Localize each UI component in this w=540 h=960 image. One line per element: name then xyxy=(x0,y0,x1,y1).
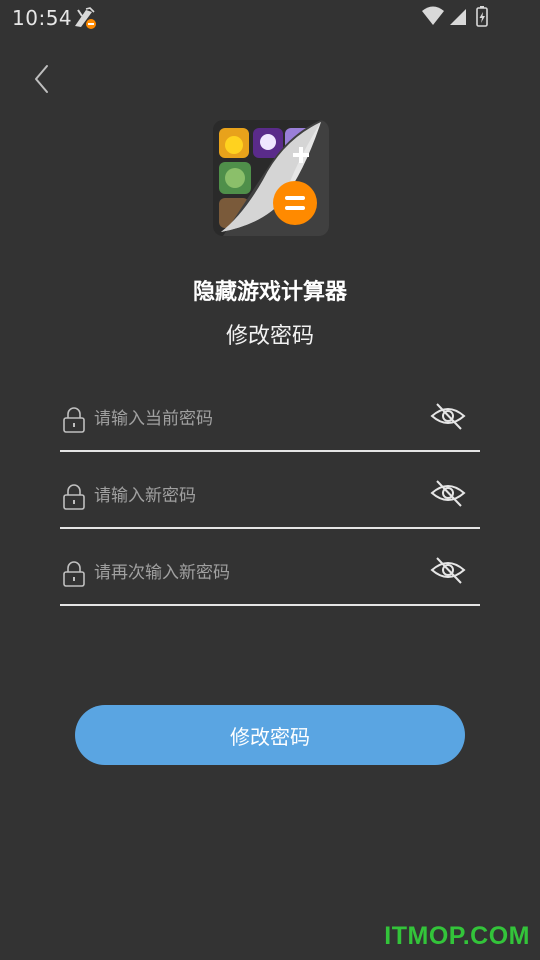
confirm-password-field xyxy=(60,546,480,606)
change-password-button[interactable]: 修改密码 xyxy=(75,705,465,765)
cellular-signal-icon xyxy=(450,9,466,25)
confirm-password-input[interactable] xyxy=(94,556,414,590)
lock-icon xyxy=(63,561,85,587)
app-name: 隐藏游戏计算器 xyxy=(192,280,347,305)
new-password-input[interactable] xyxy=(94,479,414,513)
back-chevron-icon[interactable] xyxy=(28,62,56,96)
status-bar: 10:54 xyxy=(0,0,540,36)
lock-icon xyxy=(63,484,85,510)
eye-hidden-icon[interactable] xyxy=(430,477,466,509)
page-title: 修改密码 xyxy=(225,324,314,349)
current-password-input[interactable] xyxy=(94,402,414,436)
notification-icon xyxy=(75,7,96,29)
battery-icon xyxy=(476,6,488,27)
app-icon xyxy=(213,120,329,236)
status-time: 10:54 xyxy=(12,6,73,30)
new-password-field xyxy=(60,469,480,529)
wifi-icon xyxy=(422,6,444,25)
eye-hidden-icon[interactable] xyxy=(430,554,466,586)
watermark: ITMOP.COM xyxy=(384,922,530,950)
current-password-field xyxy=(60,392,480,452)
eye-hidden-icon[interactable] xyxy=(430,400,466,432)
lock-icon xyxy=(63,407,85,433)
system-status-icons xyxy=(422,6,488,27)
